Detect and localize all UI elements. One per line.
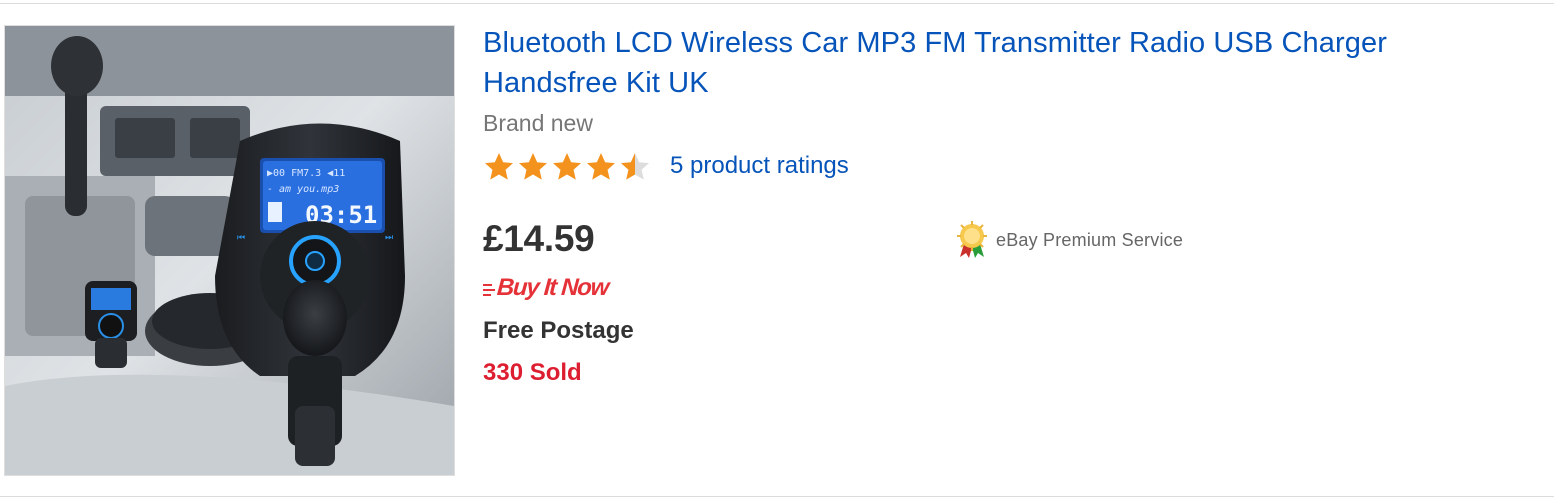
star-rating[interactable]: [483, 151, 651, 183]
device-screen-line2: - am you.mp3: [267, 184, 339, 195]
listing-title-link[interactable]: Bluetooth LCD Wireless Car MP3 FM Transm…: [483, 23, 1523, 103]
item-price: £14.59: [483, 218, 595, 259]
postage-info: Free Postage: [483, 317, 634, 344]
buy-it-now-label: Buy It Now: [496, 274, 609, 301]
premium-service-label: eBay Premium Service: [996, 229, 1184, 250]
buy-it-now-badge: Buy It Now: [483, 274, 609, 302]
star-full-icon: [587, 153, 615, 180]
star-half-icon: [621, 153, 649, 180]
device-screen-line1: ▶00 FM7.3 ◀11: [267, 168, 345, 179]
premium-seal-icon: [957, 221, 987, 258]
star-full-icon: [519, 153, 547, 180]
svg-text:⏮: ⏮: [237, 233, 245, 243]
divider-top: [0, 3, 1554, 4]
star-full-icon: [485, 153, 513, 180]
speed-lines-icon: [483, 284, 495, 296]
star-full-icon: [553, 153, 581, 180]
product-image[interactable]: ▶00 FM7.3 ◀11 - am you.mp3 03:51 ⏮ ⏭: [4, 25, 455, 476]
product-photo: ▶00 FM7.3 ◀11 - am you.mp3 03:51 ⏮ ⏭: [5, 26, 454, 475]
divider-bottom: [0, 496, 1554, 497]
sold-count: 330 Sold: [483, 359, 582, 386]
svg-text:⏭: ⏭: [385, 233, 393, 243]
product-ratings-link[interactable]: 5 product ratings: [670, 152, 849, 180]
premium-service-badge: eBay Premium Service: [952, 220, 1183, 260]
item-condition: Brand new: [483, 110, 593, 136]
